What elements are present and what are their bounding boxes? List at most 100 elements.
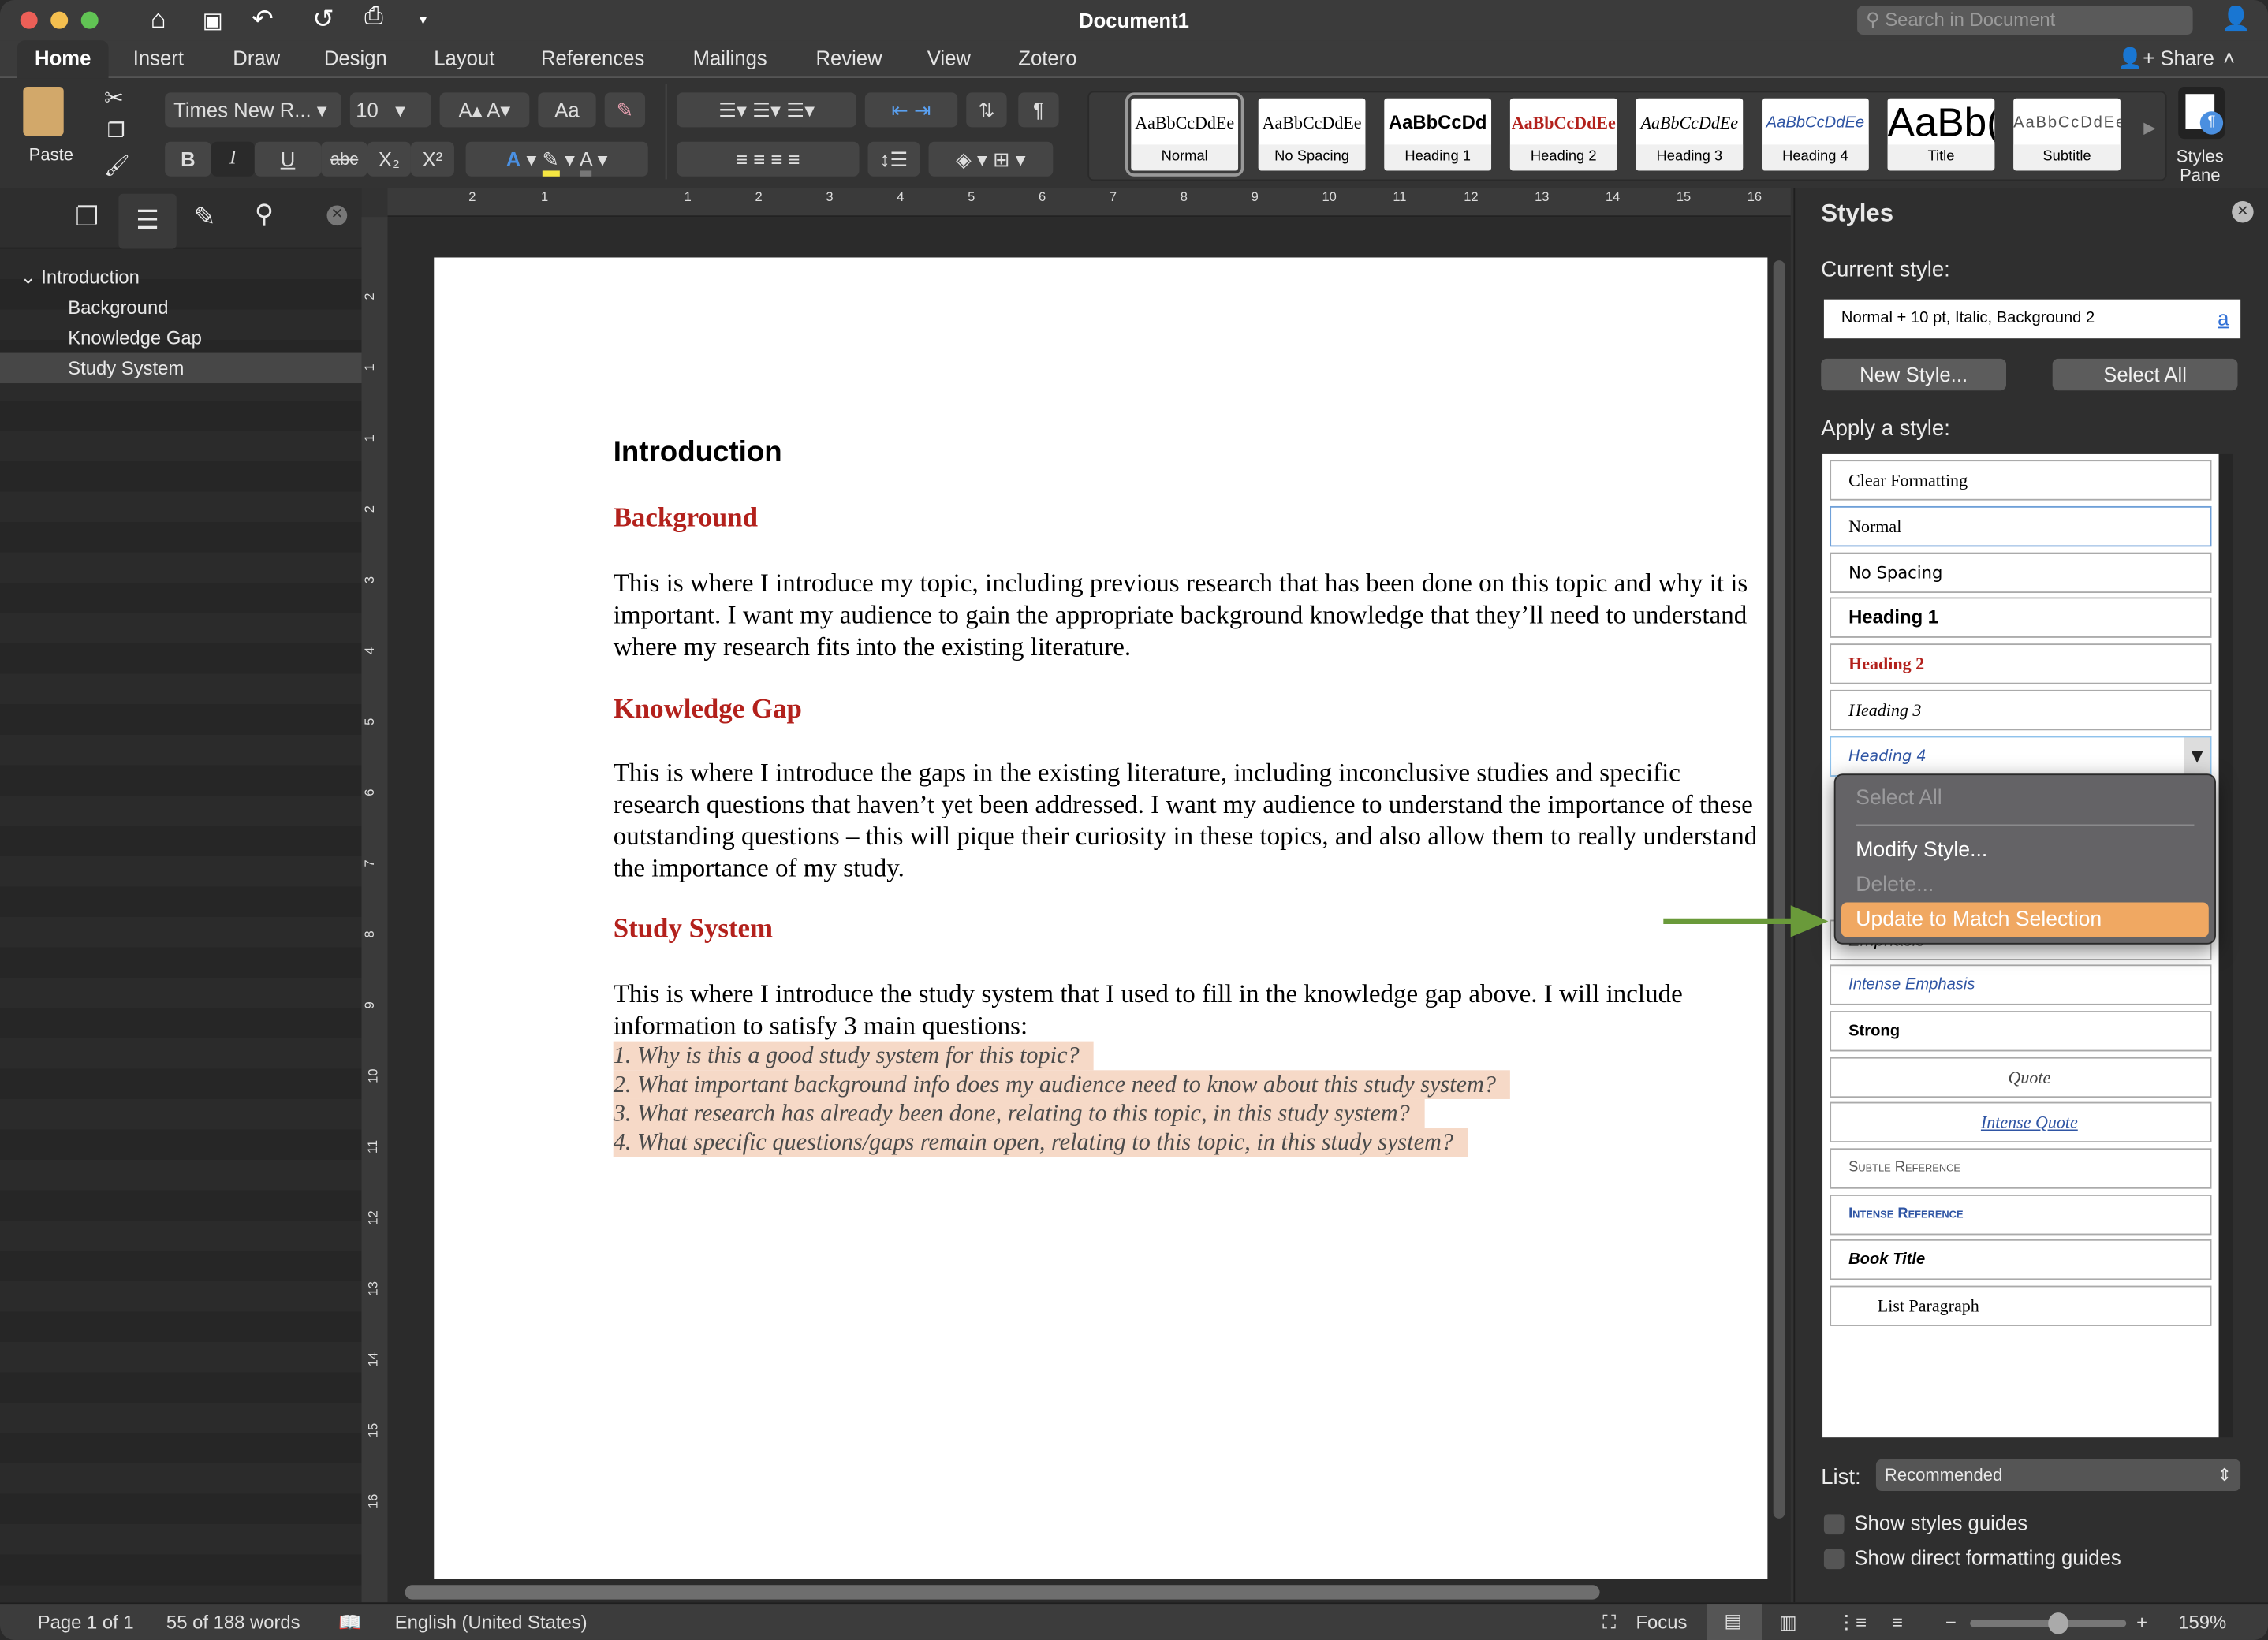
superscript-button[interactable]: X² xyxy=(410,141,454,177)
heading-study-system[interactable]: Study System xyxy=(614,914,773,945)
bold-button[interactable]: B xyxy=(165,141,211,177)
style-no-spacing[interactable]: No Spacing xyxy=(1830,552,2212,594)
gallery-style-subtitle[interactable]: AaBbCcDdEe Subtitle xyxy=(2013,98,2121,171)
outline-view-icon[interactable]: ⋮≡ xyxy=(1837,1611,1867,1634)
heading-knowledge-gap[interactable]: Knowledge Gap xyxy=(614,694,802,725)
line-spacing-icon[interactable]: ↕☰ xyxy=(867,141,920,177)
paragraph-knowledge-gap[interactable]: This is where I introduce the gaps in th… xyxy=(614,756,1770,883)
style-heading-1[interactable]: Heading 1 xyxy=(1830,597,2212,638)
nav-item-introduction[interactable]: ⌄ Introduction xyxy=(0,262,362,293)
shading-borders-buttons[interactable]: ◈ ▾ ⊞ ▾ xyxy=(928,141,1054,177)
document-map-icon[interactable]: ☰ xyxy=(118,193,177,249)
tab-view[interactable]: View xyxy=(927,47,971,69)
select-all-button[interactable]: Select All xyxy=(2052,358,2238,391)
show-styles-guides-checkbox[interactable] xyxy=(1823,1514,1845,1535)
menu-item-modify-style[interactable]: Modify Style... xyxy=(1856,839,1987,862)
menu-item-update-to-match-selection[interactable]: Update to Match Selection xyxy=(1841,902,2209,937)
gallery-style-heading-2[interactable]: AaBbCcDdEe Heading 2 xyxy=(1509,98,1617,171)
tab-mailings[interactable]: Mailings xyxy=(693,47,767,69)
style-intense-quote[interactable]: Intense Quote xyxy=(1830,1101,2212,1143)
style-subtle-reference[interactable]: Subtle Reference xyxy=(1830,1148,2212,1189)
style-options-dropdown-icon[interactable]: ▼ xyxy=(2184,737,2210,776)
gallery-next-icon[interactable]: ▶ xyxy=(2143,118,2156,137)
tab-draw[interactable]: Draw xyxy=(233,47,280,69)
list-item-1[interactable]: 1. Why is this a good study system for t… xyxy=(613,1041,1095,1071)
horizontal-scrollbar[interactable] xyxy=(405,1585,1600,1600)
grow-shrink-font-buttons[interactable]: A▴ A▾ xyxy=(439,92,530,128)
style-quote[interactable]: Quote xyxy=(1830,1057,2212,1098)
tab-insert[interactable]: Insert xyxy=(133,47,184,69)
font-color-highlight-buttons[interactable]: A ▾ ✎ ▾ A ▾ xyxy=(465,141,648,177)
cut-icon[interactable]: ✂ xyxy=(104,84,124,113)
focus-button[interactable]: Focus xyxy=(1636,1611,1687,1633)
list-item-4[interactable]: 4. What specific questions/gaps remain o… xyxy=(613,1128,1468,1157)
sort-icon[interactable]: ⇅ xyxy=(966,92,1007,128)
nav-item-background[interactable]: Background xyxy=(0,293,362,323)
search-nav-icon[interactable]: ⚲ xyxy=(255,199,274,230)
style-heading-4[interactable]: Heading 4 ▼ xyxy=(1830,736,2212,777)
vertical-scrollbar[interactable] xyxy=(1773,260,1785,1519)
collapse-ribbon-icon[interactable]: ˄ xyxy=(2223,47,2235,69)
word-count[interactable]: 55 of 188 words xyxy=(166,1611,300,1633)
zoom-in-button[interactable]: + xyxy=(2136,1611,2147,1633)
zoom-slider[interactable] xyxy=(1970,1612,2127,1634)
gallery-style-no-spacing[interactable]: AaBbCcDdEe No Spacing xyxy=(1258,98,1366,171)
tab-design[interactable]: Design xyxy=(324,47,387,69)
proofing-icon[interactable]: 📖 xyxy=(338,1611,362,1634)
nav-item-knowledge-gap[interactable]: Knowledge Gap xyxy=(0,322,362,353)
draft-view-icon[interactable]: ≡ xyxy=(1892,1611,1903,1633)
style-intense-reference[interactable]: Intense Reference xyxy=(1830,1195,2212,1236)
gallery-style-heading-3[interactable]: AaBbCcDdEe Heading 3 xyxy=(1636,98,1744,171)
web-layout-icon[interactable]: ▥ xyxy=(1779,1611,1797,1634)
page-count[interactable]: Page 1 of 1 xyxy=(38,1611,134,1633)
format-painter-icon[interactable]: 🖌 xyxy=(104,153,130,177)
tab-review[interactable]: Review xyxy=(815,47,882,69)
search-input[interactable]: ⚲ Search in Document xyxy=(1857,6,2193,35)
heading-introduction[interactable]: Introduction xyxy=(614,437,782,470)
gallery-style-title[interactable]: AaBb(Title xyxy=(1887,98,1995,171)
vertical-ruler[interactable]: 2 1 1 2 3 4 5 6 7 8 9 10 11 12 13 14 15 16 xyxy=(361,217,388,1603)
gallery-style-normal[interactable]: AaBbCcDdEe Normal xyxy=(1125,92,1244,177)
styles-list-scrollbar[interactable] xyxy=(2218,453,2233,1438)
show-direct-formatting-checkbox[interactable] xyxy=(1823,1549,1845,1570)
gallery-style-heading-1[interactable]: AaBbCcDd Heading 1 xyxy=(1384,98,1492,171)
italic-button[interactable]: I xyxy=(211,141,255,177)
show-formatting-button[interactable]: ¶ xyxy=(1018,92,1059,128)
edit-notes-icon[interactable]: ✎ xyxy=(194,203,216,233)
heading-background[interactable]: Background xyxy=(614,503,758,535)
copy-icon[interactable]: ❐ xyxy=(107,118,125,143)
list-item-2[interactable]: 2. What important background info does m… xyxy=(613,1070,1511,1099)
style-inspector-icon[interactable]: a xyxy=(2218,300,2229,339)
font-size-select[interactable]: 10 ▾ xyxy=(349,92,431,128)
tab-layout[interactable]: Layout xyxy=(434,47,494,69)
clear-formatting-icon[interactable]: ✎ xyxy=(604,92,646,128)
style-heading-2[interactable]: Heading 2 xyxy=(1830,643,2212,684)
style-intense-emphasis[interactable]: Intense Emphasis xyxy=(1830,964,2212,1005)
horizontal-ruler[interactable]: 2 1 1 2 3 4 5 6 7 8 9 10 11 12 13 14 15 16 xyxy=(387,188,1791,218)
style-book-title[interactable]: Book Title xyxy=(1830,1239,2212,1280)
style-heading-3[interactable]: Heading 3 xyxy=(1830,689,2212,731)
tab-zotero[interactable]: Zotero xyxy=(1018,47,1076,69)
underline-button[interactable]: U xyxy=(254,141,322,177)
list-buttons[interactable]: ☰▾ ☰▾ ☰▾ xyxy=(677,92,856,128)
list-filter-select[interactable]: Recommended ⇕ xyxy=(1875,1459,2241,1492)
nav-item-study-system[interactable]: Study System xyxy=(0,352,362,384)
strikethrough-button[interactable]: abc xyxy=(321,141,367,177)
close-styles-pane-icon[interactable]: ✕ xyxy=(2232,200,2254,223)
styles-pane-icon[interactable]: ¶ xyxy=(2178,87,2225,140)
paste-button[interactable]: Paste xyxy=(29,144,73,165)
gallery-style-heading-4[interactable]: AaBbCcDdEe Heading 4 xyxy=(1762,98,1869,171)
new-style-button[interactable]: New Style... xyxy=(1821,358,2007,391)
list-item-3[interactable]: 3. What research has already been done, … xyxy=(613,1098,1425,1128)
zoom-slider-thumb[interactable] xyxy=(2048,1612,2068,1634)
tab-home[interactable]: Home xyxy=(17,40,109,80)
zoom-out-button[interactable]: − xyxy=(1945,1611,1957,1633)
change-case-icon[interactable]: Aa xyxy=(538,92,596,128)
indent-buttons[interactable]: ⇤ ⇥ xyxy=(864,92,958,128)
language[interactable]: English (United States) xyxy=(395,1611,588,1633)
subscript-button[interactable]: X₂ xyxy=(367,141,411,177)
style-list-paragraph[interactable]: List Paragraph xyxy=(1830,1285,2212,1326)
account-icon[interactable]: 👤 xyxy=(2221,5,2251,34)
style-clear-formatting[interactable]: Clear Formatting xyxy=(1830,460,2212,501)
print-layout-view-button[interactable]: ▤ xyxy=(1707,1604,1763,1640)
